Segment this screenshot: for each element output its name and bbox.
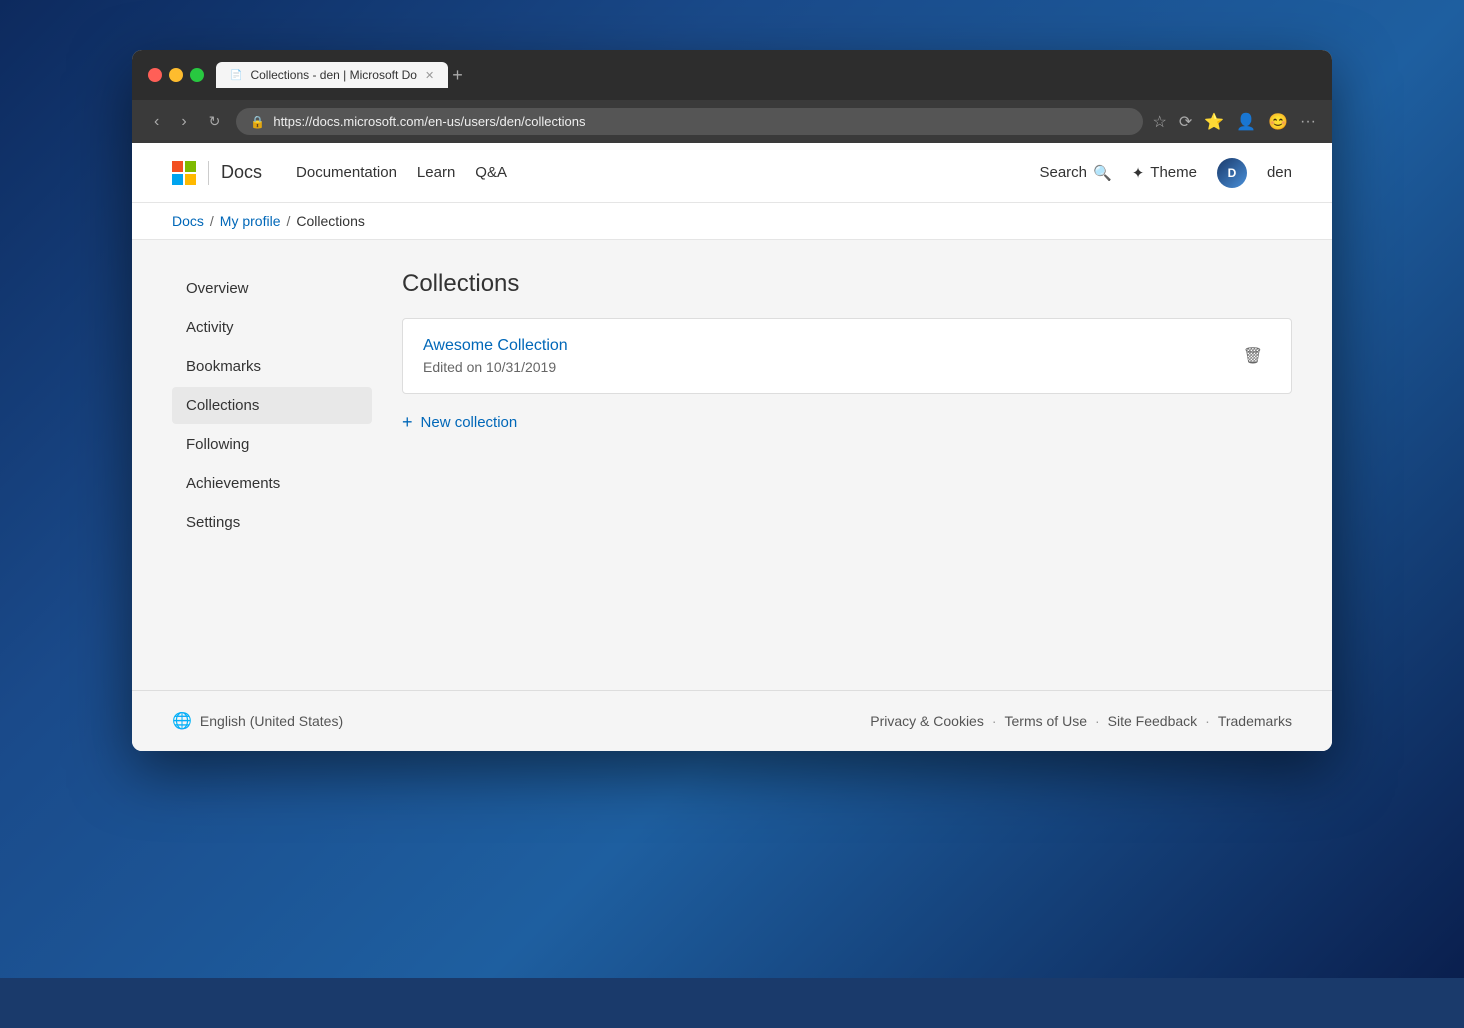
collection-info: Awesome Collection Edited on 10/31/2019 (423, 337, 568, 375)
footer-terms[interactable]: Terms of Use (1005, 713, 1087, 729)
page-content: Docs Documentation Learn Q&A Search 🔍 ✦ … (132, 143, 1332, 751)
collection-card: Awesome Collection Edited on 10/31/2019 … (402, 318, 1292, 394)
emoji-icon[interactable]: 😊 (1268, 112, 1288, 132)
footer-feedback[interactable]: Site Feedback (1108, 713, 1198, 729)
site-footer: 🌐 English (United States) Privacy & Cook… (132, 690, 1332, 751)
browser-window: 📄 Collections - den | Microsoft Do ✕ + ‹… (132, 50, 1332, 751)
avatar[interactable]: D (1217, 158, 1247, 188)
url-domain: https://docs.microsoft.com (273, 114, 424, 129)
collection-name[interactable]: Awesome Collection (423, 337, 568, 355)
main-layout: Overview Activity Bookmarks Collections … (132, 240, 1332, 690)
main-content: Collections Awesome Collection Edited on… (402, 270, 1292, 660)
logo-green (185, 161, 196, 172)
logo-red (172, 161, 183, 172)
app-name[interactable]: Docs (221, 162, 262, 183)
footer-sep-1: · (992, 713, 997, 729)
user-name[interactable]: den (1267, 164, 1292, 181)
sidebar-item-overview[interactable]: Overview (172, 270, 372, 307)
new-collection-button[interactable]: + New collection (402, 402, 1292, 443)
new-collection-label: New collection (421, 414, 518, 431)
tab-close-button[interactable]: ✕ (425, 69, 434, 82)
forward-button[interactable]: › (175, 111, 192, 133)
breadcrumb-sep-2: / (286, 213, 290, 229)
tab-favicon: 📄 (230, 70, 242, 81)
refresh-icon[interactable]: ⟳ (1179, 112, 1192, 132)
locale-label: English (United States) (200, 713, 343, 729)
reload-button[interactable]: ↻ (203, 111, 227, 132)
maximize-button[interactable] (190, 68, 204, 82)
theme-label: Theme (1150, 164, 1197, 181)
nav-documentation[interactable]: Documentation (296, 164, 397, 181)
footer-locale: 🌐 English (United States) (172, 711, 343, 731)
breadcrumb-myprofile[interactable]: My profile (220, 213, 281, 229)
collections-icon[interactable]: ⭐ (1204, 112, 1224, 132)
traffic-lights (148, 68, 204, 82)
footer-links: Privacy & Cookies · Terms of Use · Site … (870, 713, 1292, 729)
close-button[interactable] (148, 68, 162, 82)
lock-icon: 🔒 (250, 115, 265, 129)
footer-sep-2: · (1095, 713, 1100, 729)
back-button[interactable]: ‹ (148, 111, 165, 133)
active-tab[interactable]: 📄 Collections - den | Microsoft Do ✕ (216, 62, 448, 88)
nav-learn[interactable]: Learn (417, 164, 455, 181)
avatar-initials: D (1228, 166, 1237, 180)
sidebar: Overview Activity Bookmarks Collections … (172, 270, 372, 660)
new-tab-button[interactable]: + (452, 65, 463, 86)
footer-privacy[interactable]: Privacy & Cookies (870, 713, 984, 729)
tab-title: Collections - den | Microsoft Do (250, 68, 417, 82)
footer-trademarks[interactable]: Trademarks (1218, 713, 1292, 729)
breadcrumb-collections: Collections (296, 213, 364, 229)
sidebar-item-following[interactable]: Following (172, 426, 372, 463)
sidebar-item-activity[interactable]: Activity (172, 309, 372, 346)
sidebar-item-collections[interactable]: Collections (172, 387, 372, 424)
star-icon[interactable]: ☆ (1153, 112, 1167, 132)
globe-icon: 🌐 (172, 711, 192, 731)
page-title: Collections (402, 270, 1292, 298)
url-display: https://docs.microsoft.com/en-us/users/d… (273, 114, 585, 129)
url-bar[interactable]: 🔒 https://docs.microsoft.com/en-us/users… (236, 108, 1142, 135)
theme-button[interactable]: ✦ Theme (1132, 164, 1197, 182)
search-label: Search (1039, 164, 1087, 181)
profile-icon[interactable]: 👤 (1236, 112, 1256, 132)
site-header: Docs Documentation Learn Q&A Search 🔍 ✦ … (132, 143, 1332, 203)
plus-icon: + (402, 412, 413, 433)
header-right: Search 🔍 ✦ Theme D den (1039, 158, 1292, 188)
sidebar-item-settings[interactable]: Settings (172, 504, 372, 541)
breadcrumb-docs[interactable]: Docs (172, 213, 204, 229)
footer-sep-3: · (1205, 713, 1210, 729)
main-nav: Documentation Learn Q&A (296, 164, 507, 181)
address-bar: ‹ › ↻ 🔒 https://docs.microsoft.com/en-us… (132, 100, 1332, 143)
logo-area: Docs (172, 161, 262, 185)
logo-yellow (185, 174, 196, 185)
nav-qa[interactable]: Q&A (475, 164, 507, 181)
microsoft-logo (172, 161, 196, 185)
breadcrumb-sep-1: / (210, 213, 214, 229)
breadcrumb: Docs / My profile / Collections (132, 203, 1332, 240)
logo-blue (172, 174, 183, 185)
sidebar-item-achievements[interactable]: Achievements (172, 465, 372, 502)
search-button[interactable]: Search 🔍 (1039, 164, 1111, 182)
theme-icon: ✦ (1132, 164, 1145, 182)
tab-bar: 📄 Collections - den | Microsoft Do ✕ + (216, 62, 1316, 88)
sidebar-item-bookmarks[interactable]: Bookmarks (172, 348, 372, 385)
toolbar-icons: ☆ ⟳ ⭐ 👤 😊 ··· (1153, 112, 1317, 132)
more-icon[interactable]: ··· (1300, 113, 1316, 131)
delete-collection-button[interactable]: 🗑 (1235, 342, 1271, 370)
search-icon: 🔍 (1093, 164, 1112, 182)
collection-edited: Edited on 10/31/2019 (423, 359, 568, 375)
title-bar: 📄 Collections - den | Microsoft Do ✕ + (132, 50, 1332, 100)
logo-divider (208, 161, 209, 185)
url-path: /en-us/users/den/collections (424, 114, 585, 129)
minimize-button[interactable] (169, 68, 183, 82)
